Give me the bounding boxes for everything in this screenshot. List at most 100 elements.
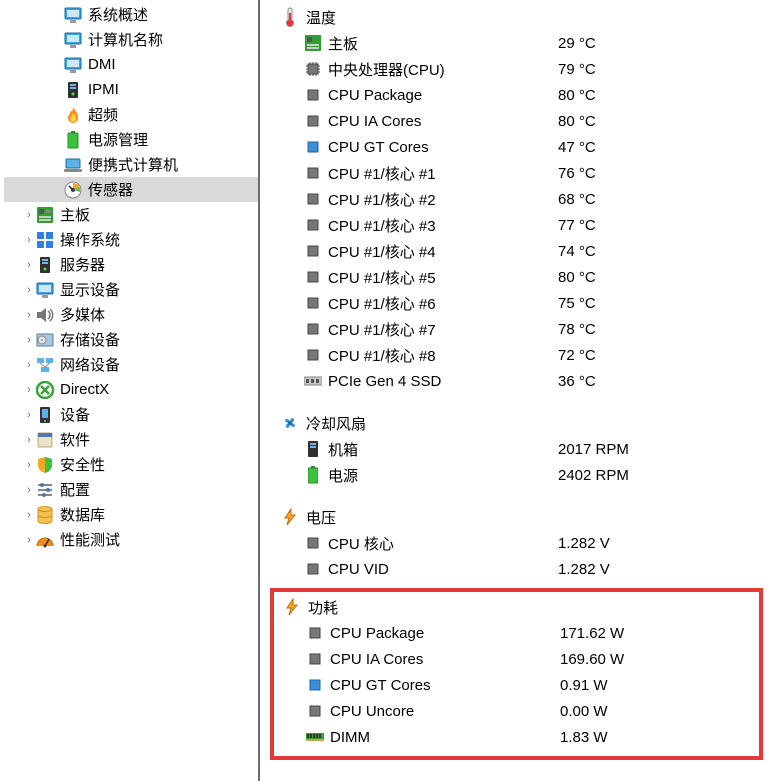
chevron-right-icon[interactable]: › — [22, 334, 36, 346]
tree-label: 传感器 — [88, 179, 133, 200]
row-temp-core2: CPU #1/核心 #2 68 °C — [280, 186, 763, 212]
gpu-chip-icon — [304, 138, 322, 156]
server-tower-icon — [36, 256, 54, 274]
row-power-dimm: DIMM 1.83 W — [282, 724, 751, 750]
section-header-power: 功耗 — [282, 594, 751, 620]
data-label: CPU #1/核心 #4 — [328, 241, 558, 262]
tree-item-dmi[interactable]: DMI — [4, 52, 258, 77]
data-label: 电源 — [328, 465, 558, 486]
row-temp-cpu-gt: CPU GT Cores 47 °C — [280, 134, 763, 160]
chevron-right-icon[interactable]: › — [22, 409, 36, 421]
data-value: 47 °C — [558, 139, 648, 156]
chevron-right-icon[interactable]: › — [22, 284, 36, 296]
data-value: 1.282 V — [558, 561, 648, 578]
bolt-icon — [282, 597, 302, 617]
chevron-right-icon[interactable]: › — [22, 534, 36, 546]
chip-icon — [306, 702, 324, 720]
tree-item-config[interactable]: › 配置 — [4, 477, 258, 502]
chevron-right-icon[interactable]: › — [22, 259, 36, 271]
tree-item-ipmi[interactable]: IPMI — [4, 77, 258, 102]
data-label: CPU #1/核心 #2 — [328, 189, 558, 210]
data-value: 77 °C — [558, 217, 648, 234]
chip-icon — [304, 242, 322, 260]
data-label: CPU GT Cores — [328, 139, 558, 156]
row-temp-core5: CPU #1/核心 #5 80 °C — [280, 264, 763, 290]
chip-icon — [304, 60, 322, 78]
data-value: 36 °C — [558, 373, 648, 390]
tree-item-overclock[interactable]: 超频 — [4, 102, 258, 127]
chevron-right-icon[interactable]: › — [22, 434, 36, 446]
tree-label: 存储设备 — [60, 329, 120, 350]
tree-item-os[interactable]: › 操作系统 — [4, 227, 258, 252]
tree-label: 多媒体 — [60, 304, 105, 325]
row-power-cpu-gt: CPU GT Cores 0.91 W — [282, 672, 751, 698]
chevron-right-icon[interactable]: › — [22, 209, 36, 221]
data-label: PCIe Gen 4 SSD — [328, 373, 558, 390]
section-title: 功耗 — [308, 597, 338, 618]
tree-label: 网络设备 — [60, 354, 120, 375]
tree-item-network[interactable]: › 网络设备 — [4, 352, 258, 377]
tree-item-software[interactable]: › 软件 — [4, 427, 258, 452]
data-label: CPU #1/核心 #7 — [328, 319, 558, 340]
data-value: 1.282 V — [558, 535, 648, 552]
chevron-right-icon[interactable]: › — [22, 384, 36, 396]
row-power-cpu-uncore: CPU Uncore 0.00 W — [282, 698, 751, 724]
row-power-cpu-ia: CPU IA Cores 169.60 W — [282, 646, 751, 672]
chip-icon — [304, 346, 322, 364]
tree-item-overview[interactable]: 系统概述 — [4, 2, 258, 27]
data-value: 74 °C — [558, 243, 648, 260]
chevron-right-icon[interactable]: › — [22, 459, 36, 471]
tree-item-computer[interactable]: 计算机名称 — [4, 27, 258, 52]
server-tower-icon — [304, 440, 322, 458]
tree-label: 便携式计算机 — [88, 154, 178, 175]
chip-icon — [304, 86, 322, 104]
data-label: CPU 核心 — [328, 533, 558, 554]
tree-item-directx[interactable]: › DirectX — [4, 377, 258, 402]
row-temp-cpu-package: CPU Package 80 °C — [280, 82, 763, 108]
chevron-right-icon[interactable]: › — [22, 234, 36, 246]
tree-item-benchmark[interactable]: › 性能测试 — [4, 527, 258, 552]
mainboard-icon — [36, 206, 54, 224]
hdd-icon — [36, 331, 54, 349]
monitor-icon — [64, 31, 82, 49]
tree-label: 计算机名称 — [88, 29, 163, 50]
data-label: CPU #1/核心 #1 — [328, 163, 558, 184]
data-label: 中央处理器(CPU) — [328, 59, 558, 80]
tree-item-sensors[interactable]: 传感器 — [4, 177, 258, 202]
row-temp-cpu-ia: CPU IA Cores 80 °C — [280, 108, 763, 134]
flame-icon — [64, 106, 82, 124]
data-label: 主板 — [328, 33, 558, 54]
data-label: DIMM — [330, 729, 560, 746]
tree-label: DMI — [88, 56, 116, 73]
data-value: 29 °C — [558, 35, 648, 52]
row-voltage-cpu-vid: CPU VID 1.282 V — [280, 556, 763, 582]
row-temp-core4: CPU #1/核心 #4 74 °C — [280, 238, 763, 264]
tree-item-server[interactable]: › 服务器 — [4, 252, 258, 277]
data-value: 1.83 W — [560, 729, 650, 746]
tree-item-display[interactable]: › 显示设备 — [4, 277, 258, 302]
tree-item-storage[interactable]: › 存储设备 — [4, 327, 258, 352]
tree-item-devices[interactable]: › 设备 — [4, 402, 258, 427]
data-label: CPU IA Cores — [328, 113, 558, 130]
chip-icon — [304, 216, 322, 234]
chevron-right-icon[interactable]: › — [22, 309, 36, 321]
tree-item-multimedia[interactable]: › 多媒体 — [4, 302, 258, 327]
chevron-right-icon[interactable]: › — [22, 509, 36, 521]
tree-label: IPMI — [88, 81, 119, 98]
data-label: CPU Package — [328, 87, 558, 104]
tree-item-mainboard[interactable]: › 主板 — [4, 202, 258, 227]
chevron-right-icon[interactable]: › — [22, 359, 36, 371]
data-value: 171.62 W — [560, 625, 650, 642]
data-value: 0.91 W — [560, 677, 650, 694]
data-value: 80 °C — [558, 269, 648, 286]
tree-item-security[interactable]: › 安全性 — [4, 452, 258, 477]
data-value: 169.60 W — [560, 651, 650, 668]
tree-label: 数据库 — [60, 504, 105, 525]
tree-item-portable[interactable]: 便携式计算机 — [4, 152, 258, 177]
tree-item-database[interactable]: › 数据库 — [4, 502, 258, 527]
directx-icon — [36, 381, 54, 399]
chevron-right-icon[interactable]: › — [22, 484, 36, 496]
data-value: 79 °C — [558, 61, 648, 78]
tree-label: 电源管理 — [88, 129, 148, 150]
tree-item-power-mgmt[interactable]: 电源管理 — [4, 127, 258, 152]
